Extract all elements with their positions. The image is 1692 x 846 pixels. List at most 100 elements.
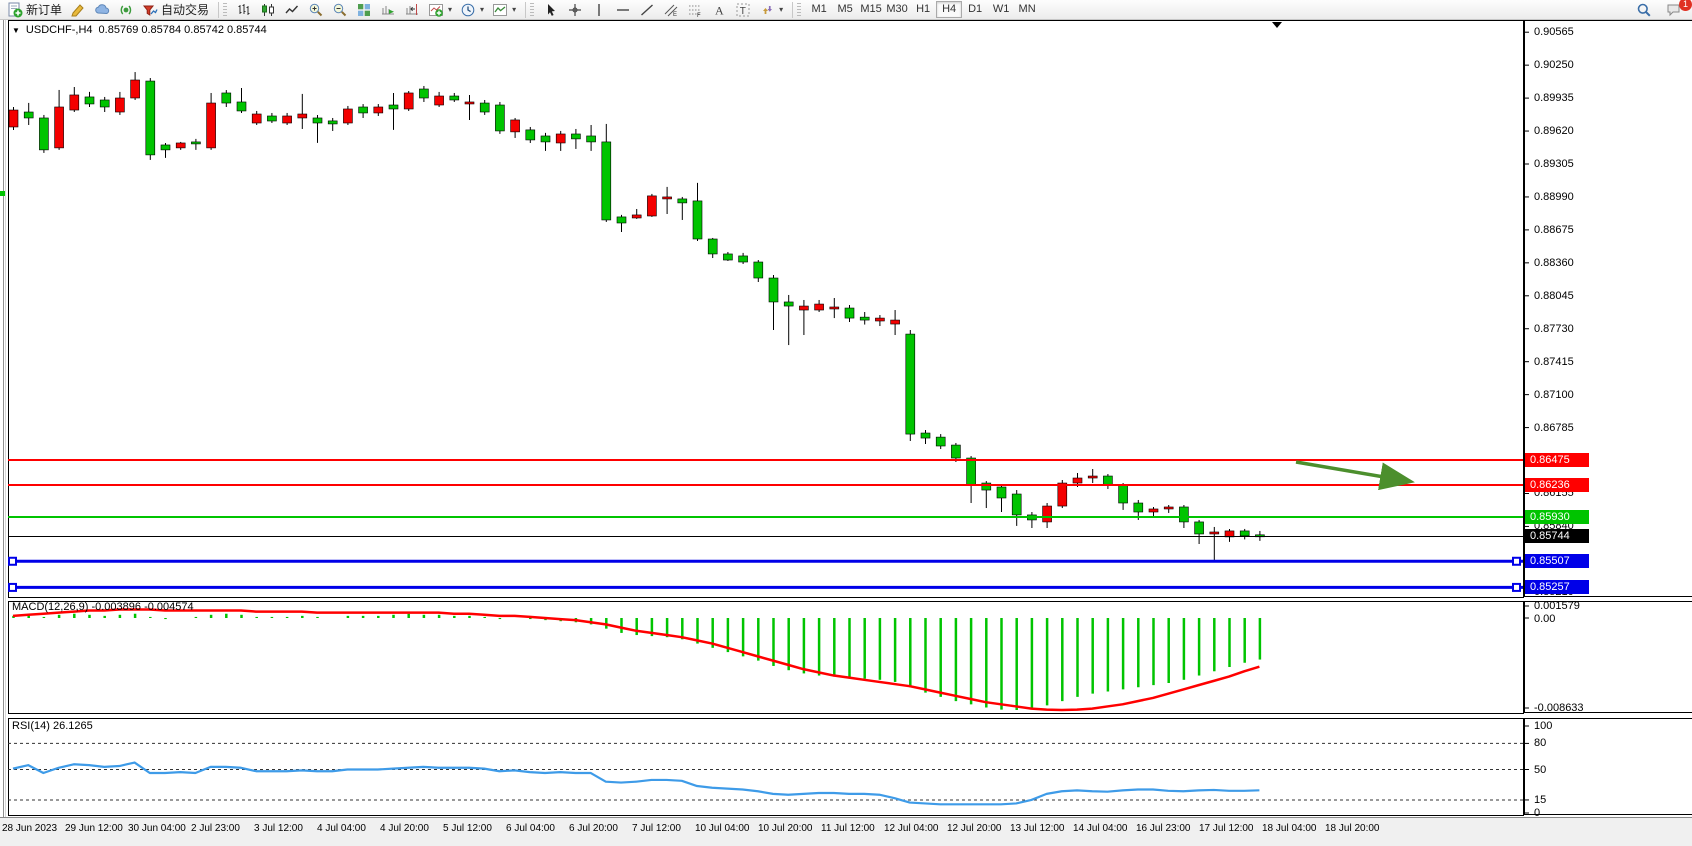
rsi-axis-label: 100 [1534, 720, 1552, 732]
time-axis-label: 4 Jul 04:00 [317, 823, 366, 834]
bear-candle [222, 93, 231, 103]
bear-candle [951, 445, 960, 458]
macd-axis-label: -0.008633 [1534, 702, 1584, 714]
rsi-axis-label: 15 [1534, 794, 1546, 806]
price-tick-label: 0.89620 [1534, 125, 1574, 137]
bull-candle [1058, 483, 1067, 506]
bear-candle [24, 112, 33, 118]
chart-symbol-period: USDCHF-,H4 [26, 24, 93, 36]
bear-candle [906, 334, 915, 434]
bull-candle [875, 318, 884, 321]
bear-candle [146, 81, 155, 155]
time-axis-label: 5 Jul 12:00 [443, 823, 492, 834]
bull-candle [1043, 506, 1052, 522]
bear-candle [359, 107, 368, 113]
line-handle[interactable] [1513, 584, 1520, 591]
main-pane[interactable] [9, 21, 1524, 598]
line-price-chip: 0.86236 [1525, 478, 1589, 492]
bear-candle [161, 145, 170, 150]
line-handle[interactable] [9, 558, 16, 565]
bull-candle [511, 120, 520, 132]
bear-candle [495, 105, 504, 131]
bear-candle [1103, 476, 1112, 485]
bear-candle [571, 134, 580, 139]
bull-candle [298, 114, 307, 118]
bear-candle [237, 102, 246, 111]
price-tick-label: 0.89305 [1534, 158, 1574, 170]
time-axis[interactable]: 28 Jun 202329 Jun 12:0030 Jun 04:002 Jul… [0, 817, 1692, 846]
mt4-window: 新订单自动交易 ▾▾▾ EFAT▾ M1M5M15M30H1H4D1W1MN 1… [0, 0, 1692, 846]
price-tick-label: 0.88045 [1534, 290, 1574, 302]
bear-candle [587, 136, 596, 142]
bear-candle [997, 487, 1006, 498]
rsi-label: RSI(14) 26.1265 [12, 720, 93, 732]
bull-candle [891, 320, 900, 324]
bear-candle [100, 100, 109, 107]
line-handle[interactable] [1513, 558, 1520, 565]
bear-candle [419, 89, 428, 98]
bull-candle [404, 93, 413, 109]
bear-candle [39, 118, 48, 150]
bear-candle [541, 136, 550, 142]
time-axis-label: 11 Jul 12:00 [821, 823, 875, 834]
bull-candle [465, 102, 474, 104]
bear-candle [85, 97, 94, 104]
time-axis-label: 14 Jul 04:00 [1073, 823, 1128, 834]
bear-candle [936, 437, 945, 446]
bid-price-chip: 0.85744 [1525, 529, 1589, 543]
bull-candle [435, 96, 444, 105]
bear-candle [602, 142, 611, 220]
rsi-axis-label: 80 [1534, 737, 1546, 749]
time-axis-label: 18 Jul 04:00 [1262, 823, 1317, 834]
price-tick-label: 0.88675 [1534, 224, 1574, 236]
chart-menu-arrow[interactable]: ▼ [12, 26, 20, 35]
bull-candle [207, 103, 216, 148]
bear-candle [967, 458, 976, 485]
price-tick-label: 0.88360 [1534, 257, 1574, 269]
bull-candle [1088, 476, 1097, 478]
bear-candle [450, 96, 459, 100]
line-handle[interactable] [9, 584, 16, 591]
bull-candle [830, 307, 839, 309]
bull-candle [1149, 509, 1158, 512]
bear-candle [617, 217, 626, 223]
time-axis-label: 28 Jun 2023 [2, 823, 57, 834]
time-axis-label: 2 Jul 23:00 [191, 823, 240, 834]
bear-candle [754, 262, 763, 278]
macd-axis-label: 0.00 [1534, 613, 1555, 625]
price-tick-label: 0.87415 [1534, 356, 1574, 368]
macd-label: MACD(12,26,9) -0.003896 -0.004574 [12, 601, 194, 613]
bull-candle [70, 95, 79, 110]
time-axis-label: 6 Jul 20:00 [569, 823, 618, 834]
bull-candle [55, 107, 64, 148]
bull-candle [115, 98, 124, 112]
bull-candle [799, 306, 808, 310]
bear-candle [480, 103, 489, 112]
time-axis-label: 3 Jul 12:00 [254, 823, 303, 834]
chart-title: ▼ USDCHF-,H4 0.85769 0.85784 0.85742 0.8… [12, 24, 267, 36]
rsi-axis-label: 50 [1534, 764, 1546, 776]
macd-axis-label: 0.001579 [1534, 600, 1580, 612]
price-tick-label: 0.89935 [1534, 92, 1574, 104]
price-tick-label: 0.87730 [1534, 323, 1574, 335]
line-price-chip: 0.85507 [1525, 554, 1589, 568]
price-tick-label: 0.86785 [1534, 422, 1574, 434]
bear-candle [1240, 531, 1249, 536]
bull-candle [815, 304, 824, 310]
time-axis-label: 16 Jul 23:00 [1136, 823, 1191, 834]
chart-shift-marker[interactable] [1272, 22, 1282, 28]
price-tick-label: 0.88990 [1534, 191, 1574, 203]
bear-candle [845, 308, 854, 318]
time-axis-label: 4 Jul 20:00 [380, 823, 429, 834]
chart-surface[interactable] [0, 0, 1692, 846]
bull-candle [556, 134, 565, 143]
bear-candle [1195, 522, 1204, 534]
time-axis-label: 12 Jul 20:00 [947, 823, 1002, 834]
bull-candle [1164, 507, 1173, 509]
bull-candle [176, 143, 185, 148]
bull-candle [632, 215, 641, 218]
bull-candle [9, 110, 18, 127]
time-axis-label: 13 Jul 12:00 [1010, 823, 1065, 834]
bull-candle [343, 109, 352, 123]
bull-candle [1073, 478, 1082, 483]
